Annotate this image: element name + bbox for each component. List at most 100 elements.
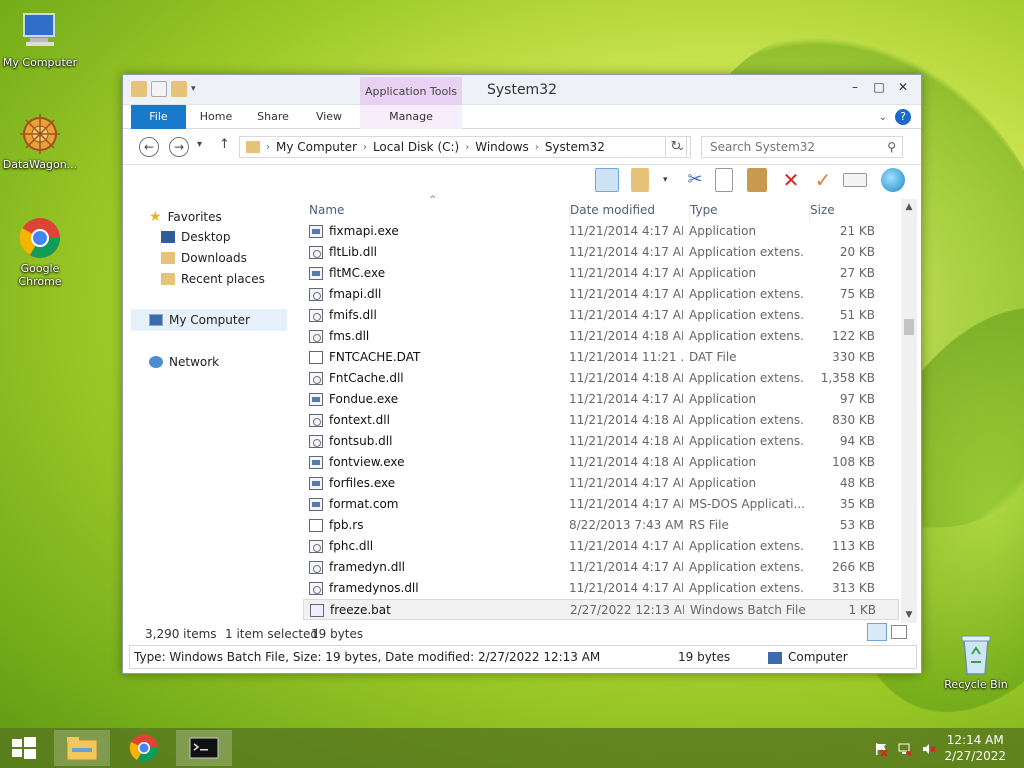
copy-icon[interactable] <box>715 168 733 192</box>
file-row[interactable]: forfiles.exe 11/21/2014 4:17 AM Applicatio… <box>303 473 899 494</box>
file-name: fpb.rs <box>329 518 364 532</box>
file-row[interactable]: fpb.rs 8/22/2013 7:43 AM RS File 53 KB <box>303 515 899 536</box>
file-name: freeze.bat <box>330 603 391 617</box>
tab-file[interactable]: File <box>131 105 186 129</box>
file-row[interactable]: FntCache.dll 11/21/2014 4:18 AM Applicatio… <box>303 368 899 389</box>
breadcrumb-windows[interactable]: Windows <box>475 140 529 154</box>
file-date: 11/21/2014 4:17 AM <box>569 539 683 553</box>
file-type: Application extens... <box>689 539 805 553</box>
search-icon[interactable]: ⚲ <box>887 137 896 157</box>
file-row[interactable]: framedyn.dll 11/21/2014 4:17 AM Applicatio… <box>303 557 899 578</box>
rename-check-icon[interactable]: ✓ <box>811 168 835 192</box>
preview-pane-icon[interactable] <box>595 168 619 192</box>
desktop-icon-datawagon[interactable]: DataWagon... <box>0 112 80 171</box>
paste-icon[interactable] <box>747 168 767 192</box>
cut-icon[interactable]: ✂ <box>683 168 707 192</box>
close-button[interactable]: ✕ <box>891 77 915 97</box>
action-center-flag-icon[interactable] <box>874 742 888 757</box>
nav-favorites[interactable]: ★ Favorites <box>149 209 222 225</box>
file-row[interactable]: framedynos.dll 11/21/2014 4:17 AM Applicat… <box>303 578 899 599</box>
refresh-button[interactable]: ↻ <box>665 136 687 158</box>
taskbar-file-explorer[interactable] <box>54 730 110 766</box>
file-name: Fondue.exe <box>329 392 399 406</box>
file-row[interactable]: fontext.dll 11/21/2014 4:18 AM Application… <box>303 410 899 431</box>
taskbar-clock[interactable]: 12:14 AM 2/27/2022 <box>944 732 1006 764</box>
file-row[interactable]: fmifs.dll 11/21/2014 4:17 AM Application e… <box>303 305 899 326</box>
large-icons-view-icon[interactable] <box>891 625 907 639</box>
taskbar-command-prompt[interactable] <box>176 730 232 766</box>
desktop-icon-google-chrome[interactable]: Google Chrome <box>0 216 80 288</box>
nav-downloads[interactable]: Downloads <box>161 251 247 265</box>
scroll-down-icon[interactable]: ▼ <box>901 607 917 623</box>
breadcrumb-system32[interactable]: System32 <box>545 140 605 154</box>
recent-locations-button[interactable]: ▾ <box>197 139 202 150</box>
file-row[interactable]: Fondue.exe 11/21/2014 4:17 AM Application 9… <box>303 389 899 410</box>
file-type: Application extens... <box>689 413 805 427</box>
folder-options-icon[interactable] <box>631 168 649 192</box>
file-name: fmifs.dll <box>329 308 377 322</box>
file-date: 11/21/2014 4:18 AM <box>569 434 683 448</box>
column-header-size[interactable]: Size <box>809 199 879 221</box>
file-type: Application extens... <box>689 308 805 322</box>
file-name: fltMC.exe <box>329 266 386 280</box>
file-row[interactable]: fontsub.dll 11/21/2014 4:18 AM Application… <box>303 431 899 452</box>
chevron-right-icon: › <box>534 141 539 153</box>
up-button[interactable]: ↑ <box>219 137 230 152</box>
file-row[interactable]: fltLib.dll 11/21/2014 4:17 AM Application … <box>303 242 899 263</box>
tab-share[interactable]: Share <box>246 105 300 129</box>
file-type: Application <box>689 392 757 406</box>
column-header-date[interactable]: Date modified <box>569 199 685 221</box>
taskbar-chrome[interactable] <box>116 730 172 766</box>
desktop-icon-my-computer[interactable]: My Computer <box>0 10 80 69</box>
file-row[interactable]: fltMC.exe 11/21/2014 4:17 AM Application 27… <box>303 263 899 284</box>
volume-muted-icon[interactable] <box>922 742 936 756</box>
breadcrumb-my-computer[interactable]: My Computer <box>276 140 357 154</box>
search-input[interactable]: Search System32 ⚲ <box>701 136 903 158</box>
file-rows: fixmapi.exe 11/21/2014 4:17 AM Application… <box>303 221 899 620</box>
file-row[interactable]: freeze.bat 2/27/2022 12:13 AM Windows Batc… <box>303 599 899 620</box>
nav-my-computer[interactable]: My Computer <box>131 309 287 331</box>
file-size: 94 KB <box>839 434 875 448</box>
nav-network[interactable]: Network <box>149 355 219 369</box>
desktop-icon-recycle-bin[interactable]: Recycle Bin <box>936 632 1016 691</box>
file-row[interactable]: fms.dll 11/21/2014 4:18 AM Application ext… <box>303 326 899 347</box>
network-status-icon[interactable] <box>898 742 912 756</box>
maximize-button[interactable]: □ <box>867 77 891 97</box>
file-row[interactable]: FNTCACHE.DAT 11/21/2014 11:21 ... DAT File… <box>303 347 899 368</box>
tab-manage[interactable]: Manage <box>360 105 462 129</box>
help-icon[interactable]: ? <box>895 109 911 125</box>
file-row[interactable]: fphc.dll 11/21/2014 4:17 AM Application ex… <box>303 536 899 557</box>
minimize-button[interactable]: – <box>843 77 867 97</box>
address-bar[interactable]: › My Computer › Local Disk (C:) › Window… <box>239 136 691 158</box>
selection-count: 1 item selected <box>225 627 319 641</box>
scroll-up-icon[interactable]: ▲ <box>901 199 917 215</box>
forward-button[interactable]: → <box>169 137 189 157</box>
nav-recent-places[interactable]: Recent places <box>161 272 265 286</box>
start-button[interactable] <box>0 730 48 766</box>
file-size: 51 KB <box>839 308 875 322</box>
breadcrumb-local-disk[interactable]: Local Disk (C:) <box>373 140 459 154</box>
nav-desktop[interactable]: Desktop <box>161 230 231 244</box>
file-type: Application <box>689 476 757 490</box>
file-row[interactable]: fontview.exe 11/21/2014 4:18 AM Applicatio… <box>303 452 899 473</box>
file-row[interactable]: fmapi.dll 11/21/2014 4:17 AM Application e… <box>303 284 899 305</box>
exe-file-icon <box>309 477 323 490</box>
vertical-scrollbar[interactable]: ▲ ▼ <box>901 199 917 623</box>
file-date: 11/21/2014 4:18 AM <box>569 371 683 385</box>
column-header-name[interactable]: Name <box>309 199 565 221</box>
file-row[interactable]: fixmapi.exe 11/21/2014 4:17 AM Application… <box>303 221 899 242</box>
scroll-thumb[interactable] <box>904 319 914 335</box>
properties-icon[interactable] <box>843 173 867 187</box>
file-name: fontview.exe <box>329 455 405 469</box>
tab-home[interactable]: Home <box>186 105 246 129</box>
back-button[interactable]: ← <box>139 137 159 157</box>
column-header-type[interactable]: Type <box>689 199 805 221</box>
chevron-down-icon[interactable]: ▾ <box>663 168 673 192</box>
tab-view[interactable]: View <box>300 105 358 129</box>
file-name: fmapi.dll <box>329 287 382 301</box>
details-view-icon[interactable] <box>867 623 887 641</box>
expand-ribbon-icon[interactable]: ⌄ <box>879 112 887 123</box>
globe-icon[interactable] <box>881 168 905 192</box>
file-row[interactable]: format.com 11/21/2014 4:17 AM MS-DOS Appli… <box>303 494 899 515</box>
delete-icon[interactable]: ✕ <box>779 168 803 192</box>
